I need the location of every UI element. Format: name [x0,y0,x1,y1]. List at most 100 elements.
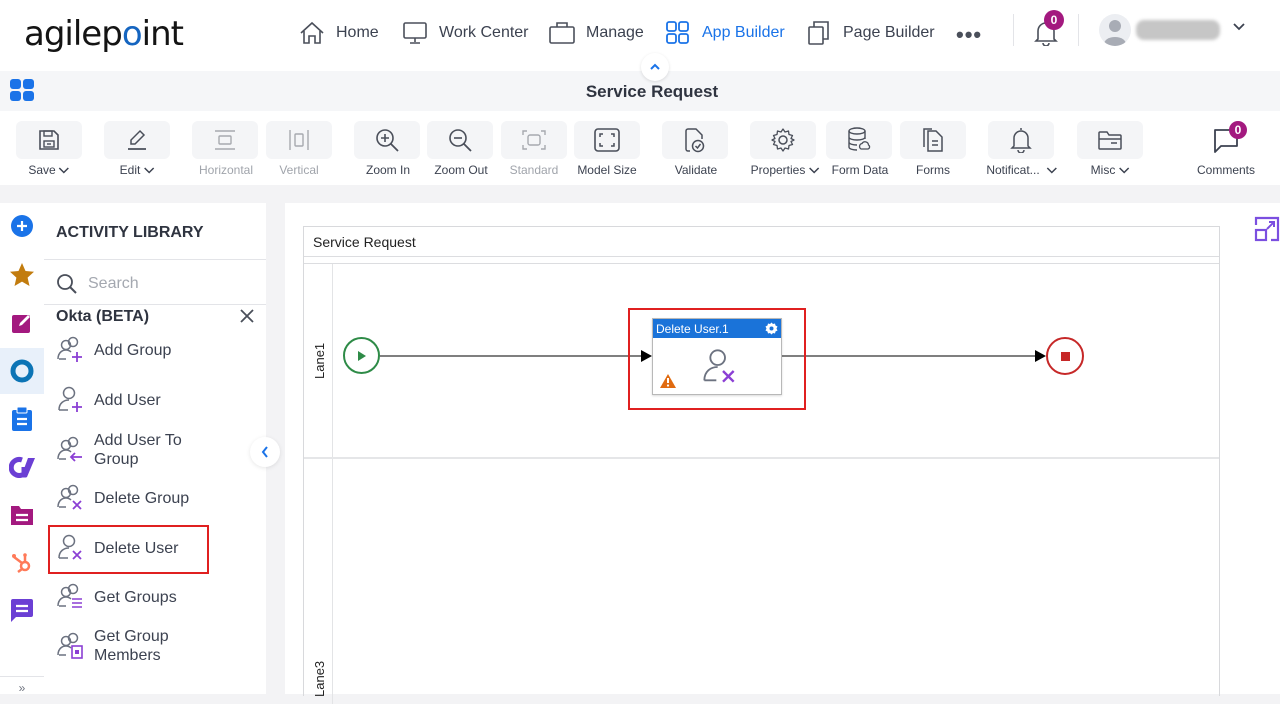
user-name-redacted[interactable] [1136,20,1220,40]
notifications-label[interactable]: Notificat... [986,163,1058,177]
save-label[interactable]: Save [28,163,70,177]
more-menu-button[interactable]: ••• [956,22,982,48]
star-icon [10,263,34,286]
notifications-toolbar-button[interactable] [988,121,1054,159]
agilepoint-logo[interactable]: agilepoint [24,14,184,54]
expand-rail-button[interactable]: » [0,676,44,695]
activity-add-group[interactable]: Add Group [56,335,171,365]
chevron-left-icon [261,446,268,458]
rail-item-appian[interactable] [0,444,44,490]
get-group-members-icon [57,632,83,659]
category-name: Okta (BETA) [56,308,150,325]
nav-page-builder[interactable]: Page Builder [805,18,935,48]
rail-item-messaging[interactable] [0,588,44,634]
notifications-button[interactable]: 0 [1034,10,1064,46]
lane-divider [304,457,1219,459]
edit-button[interactable] [104,121,170,159]
properties-label[interactable]: Properties [751,163,820,177]
activity-label: Add Group [94,341,172,359]
forms-icon [923,128,943,152]
close-category-button[interactable] [240,309,254,323]
zoom-in-button[interactable] [354,121,420,159]
expand-canvas-button[interactable] [1254,216,1280,242]
activity-search[interactable]: Search [56,273,139,295]
activity-library-title: ACTIVITY LIBRARY [56,224,204,241]
briefcase-icon [548,19,576,47]
nav-app-builder[interactable]: App Builder [664,18,785,48]
clipboard-icon [12,406,32,431]
nav-manage[interactable]: Manage [548,18,644,48]
get-groups-icon [57,583,82,608]
gear-icon [771,128,795,152]
logo-dot: o [121,14,143,54]
activity-get-group-members[interactable]: Get Group Members [56,627,169,665]
standard-button[interactable] [501,121,567,159]
divider [44,304,266,305]
user-menu-chevron-icon[interactable] [1232,22,1246,32]
validate-icon [685,128,705,153]
activity-label: Get Group Members [94,627,169,665]
nav-app-builder-label: App Builder [702,24,785,41]
comments-button[interactable]: 0 [1212,121,1247,155]
rail-item-favorites[interactable] [0,252,44,298]
delete-user-highlight [48,525,209,574]
misc-button[interactable] [1077,121,1143,159]
process-pool[interactable]: Service Request Lane1 Lane3 [303,226,1220,704]
pool-title[interactable]: Service Request [304,227,1219,257]
chevron-up-icon [650,63,660,70]
lane-label-3[interactable]: Lane3 [312,661,327,697]
nav-work-center-label: Work Center [439,24,529,41]
activity-delete-group[interactable]: Delete Group [56,483,189,513]
horizontal-button[interactable] [192,121,258,159]
rail-item-hubspot[interactable] [0,540,44,586]
zoom-out-icon [449,129,472,152]
app-builder-grid-icon [664,19,692,47]
chevron-down-icon [143,166,154,174]
appian-icon [9,457,35,478]
misc-label[interactable]: Misc [1091,163,1130,177]
rail-item-eforms[interactable] [0,300,44,346]
validate-button[interactable] [662,121,728,159]
user-avatar[interactable] [1099,14,1131,46]
edit-form-icon [12,315,30,333]
activity-get-groups[interactable]: Get Groups [56,582,177,612]
logo-text-suffix: int [141,14,184,54]
zoom-in-icon [376,129,399,152]
save-button[interactable] [16,121,82,159]
search-input[interactable]: Search [88,275,139,293]
forms-button[interactable] [900,121,966,159]
start-event[interactable] [343,337,380,374]
activity-add-user[interactable]: Add User [56,385,161,415]
folder-icon [1098,131,1122,150]
edit-label[interactable]: Edit [120,163,155,177]
model-size-button[interactable] [574,121,640,159]
home-icon [298,19,326,47]
nav-home[interactable]: Home [298,18,379,48]
nav-work-center[interactable]: Work Center [401,18,529,48]
model-size-label: Model Size [577,163,637,177]
title-bar: Service Request [0,71,1280,111]
activity-add-user-to-group[interactable]: Add User To Group [56,431,182,469]
form-data-button[interactable] [826,121,892,159]
nav-home-label: Home [336,24,379,41]
rail-item-okta[interactable] [0,348,44,394]
end-event[interactable] [1046,337,1084,375]
add-user-to-group-icon [57,436,82,462]
activity-label-line1: Get Group [94,628,169,645]
toolbar: Save Edit Horizontal Vertical Zoom In Zo… [0,111,1280,185]
properties-button[interactable] [750,121,816,159]
rail-item-tasks[interactable] [0,396,44,442]
validate-label: Validate [674,163,718,177]
chevron-down-icon [59,166,70,174]
activity-label-line1: Add User To [94,432,182,449]
collapse-header-button[interactable] [641,53,669,81]
rail-item-documents[interactable] [0,492,44,538]
zoom-out-button[interactable] [427,121,493,159]
nav-page-builder-label: Page Builder [843,24,935,41]
vertical-button[interactable] [266,121,332,159]
activity-label: Add User [94,391,161,409]
collapse-library-button[interactable] [250,437,280,467]
lane-label-1[interactable]: Lane1 [312,343,327,379]
delete-group-icon [57,484,82,510]
rail-item-add[interactable] [0,203,44,249]
